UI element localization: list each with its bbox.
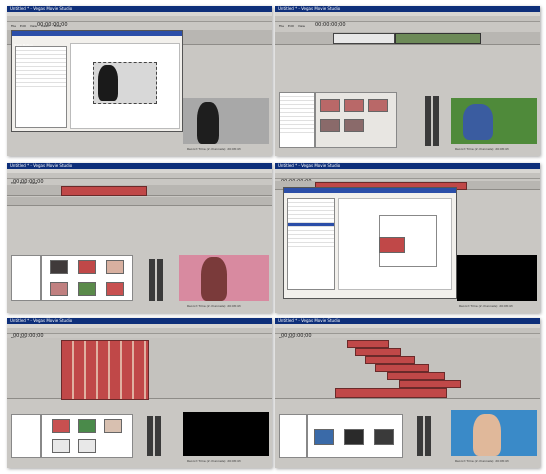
status-bar: Record Time (2 channels): 20:08:43 [455,147,509,151]
video-preview [451,410,537,456]
media-thumbnails[interactable] [41,255,133,301]
video-clip[interactable] [365,356,415,364]
thumbnail[interactable] [344,429,364,445]
screenshot-panel-2: Untitled * - Vegas Movie Studio File Edit… [275,6,540,156]
audio-meter [425,416,431,456]
status-bar: Record Time (2 channels): 20:08:43 [459,304,513,308]
event-pan-crop-dialog: Event Pan/Crop [283,187,457,299]
thumbnail[interactable] [320,99,340,112]
media-bin[interactable] [279,92,315,148]
video-clip[interactable] [387,372,445,380]
transition-thumbnails[interactable] [315,92,397,148]
toolbar [7,173,272,179]
video-clip[interactable] [335,388,447,398]
screenshot-panel-6: Untitled * - Vegas Movie Studio FileEdit… [275,318,540,468]
audio-meter [157,259,163,301]
menu-edit[interactable]: Edit [20,24,26,28]
crop-canvas[interactable] [338,198,452,290]
screenshot-panel-5: Untitled * - Vegas Movie Studio FileEdit… [7,318,272,468]
menu-edit[interactable]: Edit [288,24,294,28]
property-list[interactable] [15,46,67,128]
subject-figure [197,102,219,144]
thumbnail[interactable] [344,119,364,132]
media-thumbnails[interactable] [307,414,403,458]
property-list[interactable] [287,198,335,290]
video-preview [457,255,537,301]
audio-meter [433,96,439,146]
video-clip[interactable] [355,348,401,356]
timecode-display: 00:00:00;00 [37,22,68,28]
thumbnail[interactable] [50,282,68,296]
media-thumbnails[interactable] [41,414,133,458]
screenshot-panel-3: Untitled * - Vegas Movie Studio File Edit… [7,163,272,313]
status-bar: Record Time (2 channels): 20:08:43 [187,459,241,463]
video-clip[interactable] [333,33,395,44]
thumbnail[interactable] [320,119,340,132]
dialog-titlebar: Event Pan/Crop [284,188,456,204]
thumbnail[interactable] [78,282,96,296]
video-clip[interactable] [347,340,389,348]
video-preview [179,255,269,301]
subject-figure [98,65,118,101]
thumbnail[interactable] [78,419,96,433]
menu-file[interactable]: File [279,24,284,28]
audio-meter [155,416,161,456]
screenshot-panel-1: Untitled * - Vegas Movie Studio File Edit… [7,6,272,156]
thumbnail[interactable] [52,439,70,453]
thumbnail[interactable] [314,429,334,445]
audio-meter [149,259,155,301]
menu-view[interactable]: View [30,24,37,28]
video-clip[interactable] [395,33,481,44]
timecode-display: 00:00:00;00 [315,22,346,28]
toolbar [7,328,272,334]
thumbnail[interactable] [50,260,68,274]
audio-meter [425,96,431,146]
dialog-titlebar: Track Motion [12,31,182,47]
thumbnail[interactable] [344,99,364,112]
preview-frame[interactable] [93,62,157,104]
menu-view[interactable]: View [298,24,305,28]
toolbar [275,328,540,334]
video-preview [183,412,269,456]
track-motion-dialog: Track Motion [11,30,183,132]
subject-figure [473,414,501,456]
toolbar [275,173,540,179]
status-bar: Record Time (2 channels): 20:08:43 [455,459,509,463]
audio-track[interactable] [7,197,272,206]
video-clip[interactable] [61,186,147,196]
media-bin[interactable] [11,255,41,301]
thumbnail[interactable] [78,439,96,453]
thumbnail[interactable] [78,260,96,274]
thumbnail[interactable] [106,260,124,274]
thumbnail[interactable] [104,419,122,433]
status-bar: Record Time (2 channels): 20:08:43 [187,304,241,308]
video-clip[interactable] [399,380,461,388]
motion-canvas[interactable] [70,43,180,129]
video-clip[interactable] [375,364,429,372]
thumbnail[interactable] [52,419,70,433]
screenshot-panel-4: Untitled * - Vegas Movie Studio FileEdit… [275,163,540,313]
media-bin[interactable] [11,414,41,458]
video-preview [183,98,269,144]
media-bin[interactable] [279,414,307,458]
audio-meter [147,416,153,456]
thumbnail[interactable] [368,99,388,112]
audio-meter [417,416,423,456]
menu-file[interactable]: File [11,24,16,28]
video-preview [451,98,537,144]
subject-figure [201,257,227,301]
status-bar: Record Time (2 channels): 20:08:43 [187,147,241,151]
thumbnail[interactable] [374,429,394,445]
thumbnail[interactable] [106,282,124,296]
subject-figure [463,104,493,140]
clip-grid[interactable] [61,340,149,400]
cropped-image[interactable] [379,237,405,253]
